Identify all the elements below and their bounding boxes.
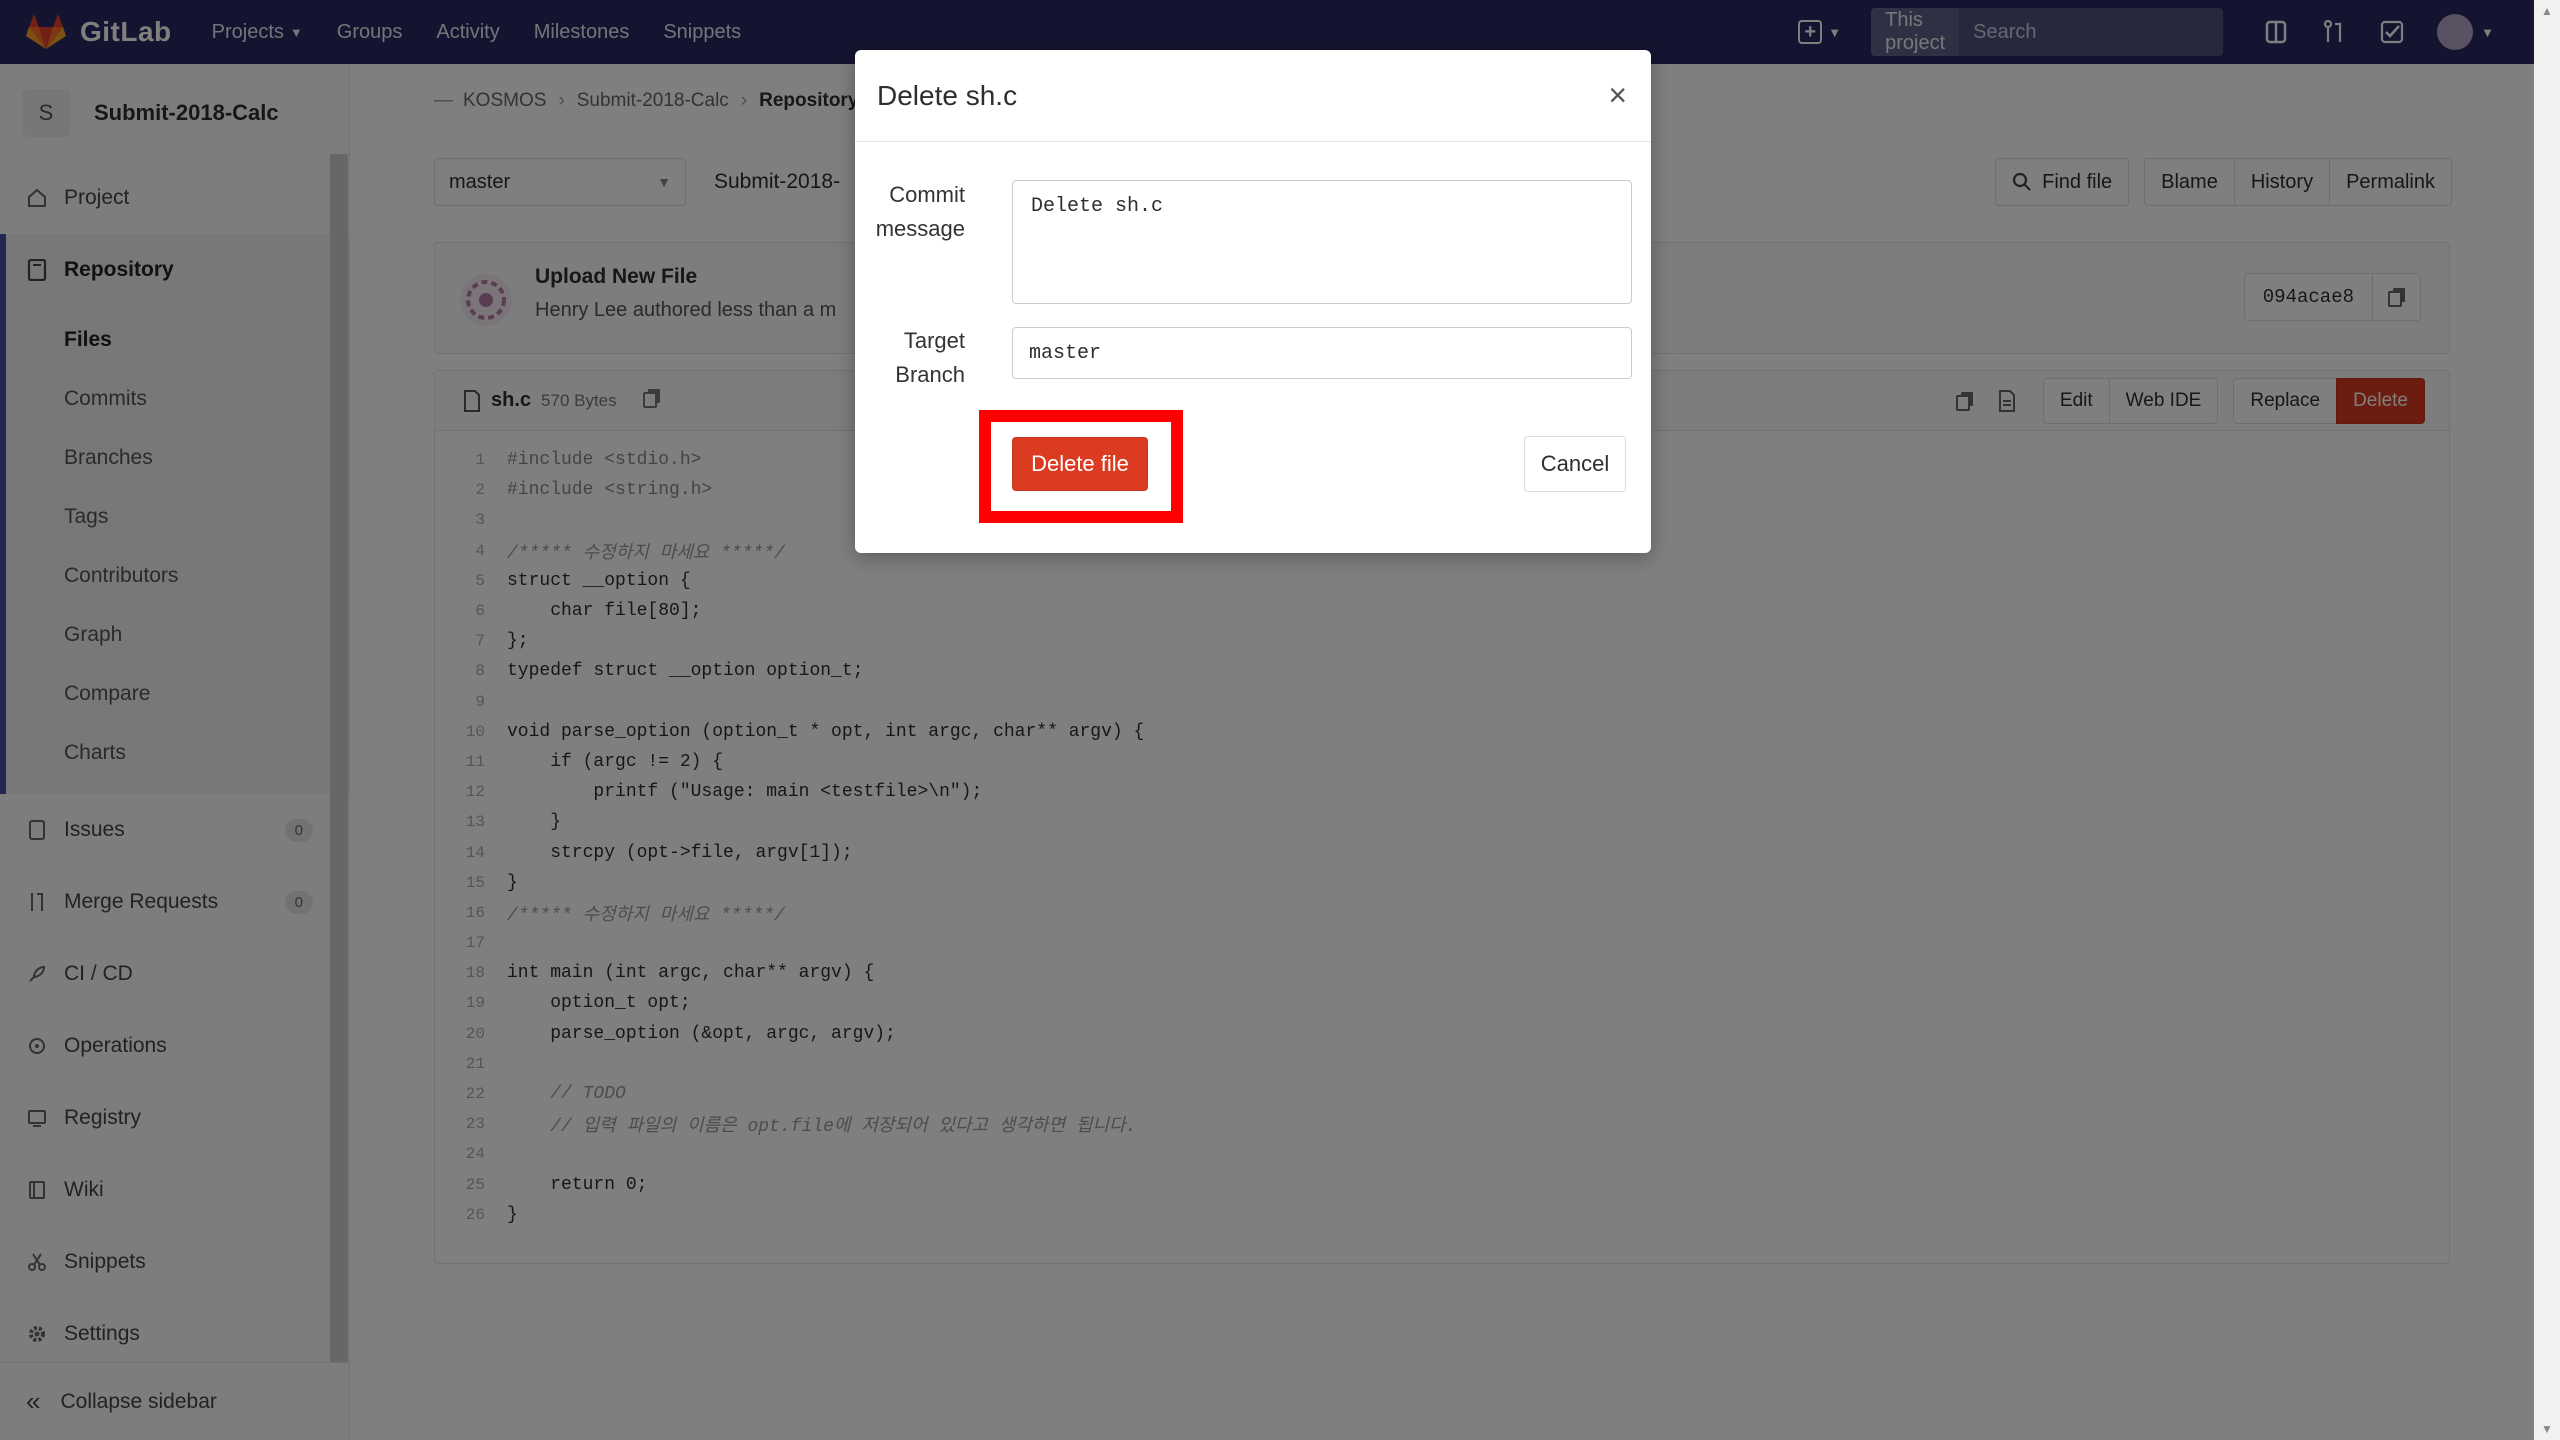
delete-file-modal: Delete sh.c × Commit message Target Branch… xyxy=(855,50,1651,553)
scroll-up-arrow-icon[interactable]: ▲ xyxy=(2534,0,2560,22)
page-scrollbar[interactable]: ▲ ▼ xyxy=(2534,0,2560,1440)
commit-label-line2: message xyxy=(875,216,965,241)
commit-message-textarea[interactable] xyxy=(1012,180,1632,304)
target-branch-input[interactable] xyxy=(1012,327,1632,379)
commit-label-line1: Commit xyxy=(889,182,965,207)
scroll-down-arrow-icon[interactable]: ▼ xyxy=(2534,1418,2560,1440)
branch-label-line1: Target xyxy=(903,328,965,353)
delete-file-button[interactable]: Delete file xyxy=(1012,437,1148,491)
modal-title: Delete sh.c xyxy=(877,79,1018,111)
target-branch-label: Target Branch xyxy=(855,324,965,392)
commit-message-label: Commit message xyxy=(855,178,965,246)
modal-close-button[interactable]: × xyxy=(1608,77,1627,114)
branch-label-line2: Branch xyxy=(895,362,965,387)
cancel-button[interactable]: Cancel xyxy=(1524,436,1626,492)
modal-header: Delete sh.c × xyxy=(855,50,1651,142)
